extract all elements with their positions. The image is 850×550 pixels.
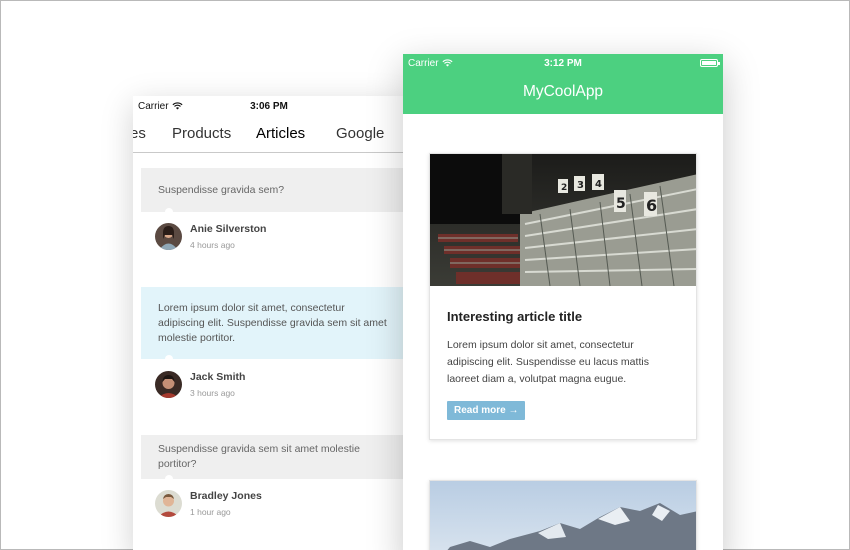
read-more-button[interactable]: Read more → [447, 401, 526, 420]
svg-text:6: 6 [646, 196, 657, 215]
svg-text:4: 4 [595, 179, 602, 190]
tab-google[interactable]: Google [336, 125, 384, 142]
question-bubble[interactable]: Suspendisse gravida sem? [141, 168, 405, 216]
question-text: Suspendisse gravida sem sit amet molesti… [158, 443, 360, 470]
app-title: MyCoolApp [522, 83, 604, 100]
svg-text:2: 2 [561, 183, 567, 193]
author-name: Jack Smith [190, 371, 246, 383]
question-bubble[interactable]: Suspendisse gravida sem sit amet molesti… [141, 435, 405, 483]
article-card[interactable] [429, 480, 697, 550]
status-bar: Carrier 3:06 PM [133, 97, 405, 115]
post-time: 4 hours ago [190, 240, 235, 250]
article-card[interactable]: 234 5 6 Interesting article title Lorem ip… [429, 153, 697, 440]
article-title: Interesting article title [447, 309, 583, 324]
avatar [155, 490, 182, 517]
battery-icon [700, 59, 720, 67]
avatar [155, 371, 182, 398]
app-header: Carrier 3:12 PM MyCoolApp [403, 54, 723, 114]
post-time: 3 hours ago [190, 388, 235, 398]
article-image: 234 5 6 [430, 154, 696, 286]
avatar [155, 223, 182, 250]
article-image [430, 481, 696, 550]
front-phone-screen: Carrier 3:12 PM MyCoolApp 2 3 4 5 6 Inte… [403, 54, 723, 550]
author-row[interactable]: Anie Silverston 4 hours ago [155, 223, 266, 250]
author-row[interactable]: Bradley Jones 1 hour ago [155, 490, 262, 517]
tab-bar: es Products Articles Google [133, 115, 405, 153]
clock: 3:06 PM [250, 100, 288, 112]
question-text: Suspendisse gravida sem? [158, 183, 285, 196]
tab-articles[interactable]: Articles [256, 125, 305, 142]
tab-partial[interactable]: es [133, 125, 146, 142]
author-name: Bradley Jones [190, 490, 262, 502]
article-excerpt: Lorem ipsum dolor sit amet, consectetur … [447, 339, 649, 385]
author-row[interactable]: Jack Smith 3 hours ago [155, 371, 245, 398]
tab-products[interactable]: Products [172, 125, 231, 142]
clock: 3:12 PM [544, 57, 582, 69]
author-name: Anie Silverston [190, 223, 267, 235]
svg-text:5: 5 [616, 196, 626, 212]
svg-text:3: 3 [577, 180, 584, 191]
question-text: Lorem ipsum dolor sit amet, consectetur … [158, 301, 387, 344]
post-time: 1 hour ago [190, 507, 231, 517]
question-bubble-highlighted[interactable]: Lorem ipsum dolor sit amet, consectetur … [141, 287, 405, 363]
back-phone-screen: Carrier 3:06 PM es Products Articles Goo… [133, 96, 405, 550]
status-bar: Carrier 3:12 PM [403, 54, 723, 72]
